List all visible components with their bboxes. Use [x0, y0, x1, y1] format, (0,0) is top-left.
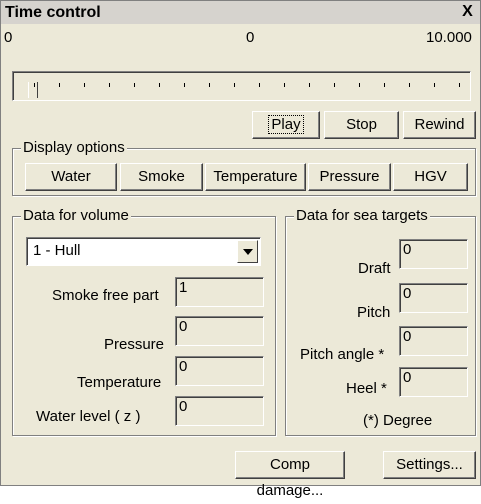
- window-title: Time control: [5, 4, 101, 21]
- slider-tick: [234, 83, 235, 87]
- display-smoke-button[interactable]: Smoke: [120, 163, 203, 191]
- stop-button[interactable]: Stop: [324, 111, 399, 139]
- temperature-label: Temperature: [77, 374, 162, 391]
- time-slider[interactable]: [12, 71, 471, 101]
- slider-tick: [284, 83, 285, 87]
- volume-select-dropdown-button[interactable]: [237, 240, 258, 263]
- timeline-end-label: 10.000: [426, 29, 472, 46]
- slider-tick: [259, 83, 260, 87]
- display-pressure-button[interactable]: Pressure: [308, 163, 391, 191]
- timeline-start-label: 0: [4, 29, 13, 46]
- slider-tick: [459, 83, 460, 87]
- smoke-free-part-label: Smoke free part: [52, 287, 159, 304]
- rewind-button[interactable]: Rewind: [403, 111, 476, 139]
- slider-tick: [84, 83, 85, 87]
- water-level-label: Water level ( z ): [36, 408, 141, 425]
- chevron-down-icon: [243, 249, 253, 255]
- play-button[interactable]: Play: [252, 111, 320, 139]
- slider-tick: [59, 83, 60, 87]
- title-bar[interactable]: Time control X: [1, 1, 480, 24]
- volume-select[interactable]: 1 - Hull: [26, 237, 261, 266]
- slider-tick: [334, 83, 335, 87]
- data-for-sea-targets-title: Data for sea targets: [294, 207, 430, 224]
- smoke-free-part-field: 1: [175, 277, 264, 307]
- play-button-label: Play: [268, 115, 304, 134]
- draft-field: 0: [399, 239, 468, 269]
- slider-thumb[interactable]: [28, 82, 38, 98]
- volume-select-value: 1 - Hull: [33, 242, 81, 259]
- data-for-volume-title: Data for volume: [21, 207, 131, 224]
- display-temperature-button[interactable]: Temperature: [205, 163, 306, 191]
- slider-tick: [409, 83, 410, 87]
- pitch-angle-field: 0: [399, 326, 468, 356]
- slider-tick: [134, 83, 135, 87]
- comp-damage-button[interactable]: Comp damage...: [235, 451, 345, 499]
- pressure-field: 0: [175, 316, 264, 346]
- display-options-title: Display options: [21, 139, 127, 156]
- display-hgv-button[interactable]: HGV: [393, 163, 468, 191]
- heel-field: 0: [399, 367, 468, 397]
- water-level-field: 0: [175, 396, 264, 426]
- slider-tick: [434, 83, 435, 87]
- slider-tick: [109, 83, 110, 87]
- heel-label: Heel *: [346, 380, 387, 397]
- temperature-field: 0: [175, 356, 264, 386]
- slider-tick: [184, 83, 185, 87]
- slider-tick: [309, 83, 310, 87]
- pressure-label: Pressure: [104, 336, 165, 353]
- degree-footnote: (*) Degree: [363, 412, 433, 429]
- slider-tick: [359, 83, 360, 87]
- timeline-current-label: 0: [246, 29, 255, 46]
- pitch-angle-label: Pitch angle *: [300, 346, 385, 363]
- slider-tick: [384, 83, 385, 87]
- pitch-label: Pitch: [357, 304, 391, 321]
- display-water-button[interactable]: Water: [25, 163, 117, 191]
- time-control-window: Time control X 0 0 10.000 Play Stop Rewi…: [0, 0, 481, 499]
- draft-label: Draft: [358, 260, 391, 277]
- close-icon[interactable]: X: [459, 3, 476, 20]
- slider-tick: [209, 83, 210, 87]
- settings-button[interactable]: Settings...: [383, 451, 476, 479]
- pitch-field: 0: [399, 283, 468, 313]
- slider-tick: [159, 83, 160, 87]
